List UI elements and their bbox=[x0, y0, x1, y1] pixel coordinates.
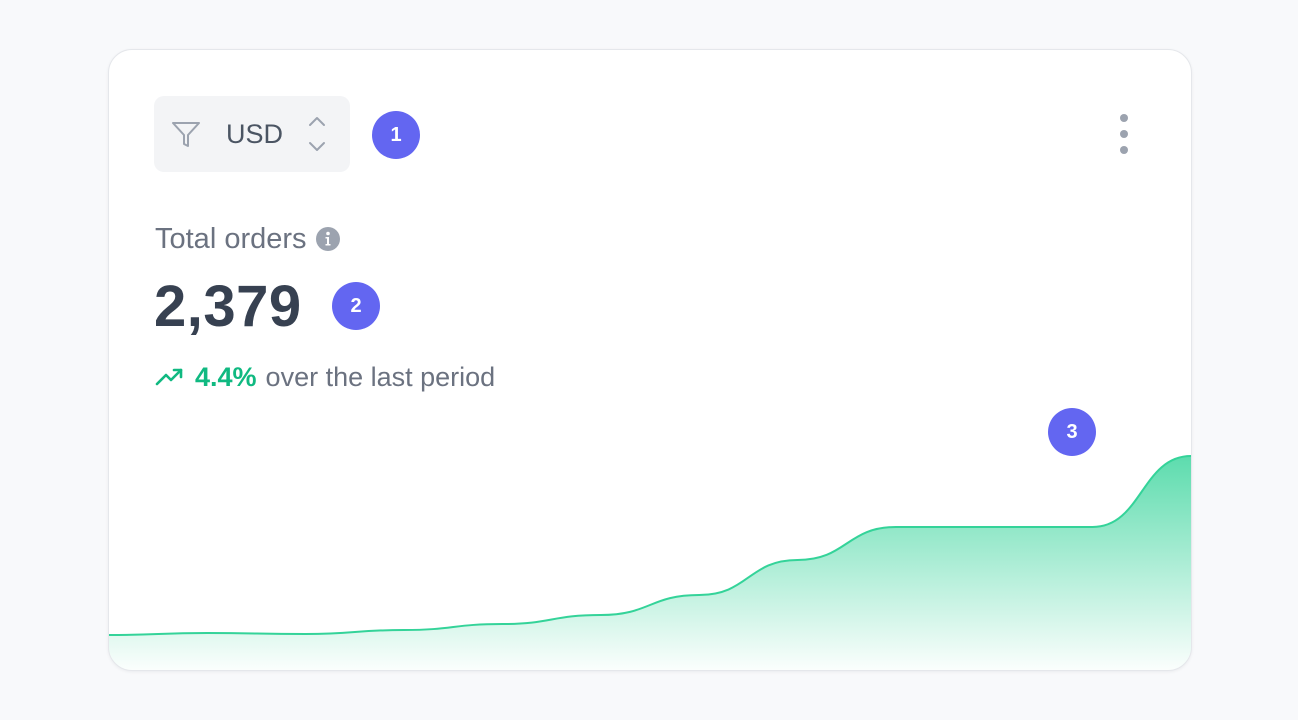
currency-select-value: USD bbox=[226, 119, 284, 149]
info-icon[interactable] bbox=[315, 227, 340, 251]
metric-label-text: Total orders bbox=[155, 222, 307, 255]
chart-area-fill bbox=[109, 456, 1191, 670]
step-badge-3: 3 bbox=[1048, 408, 1096, 456]
more-vertical-icon[interactable] bbox=[1109, 112, 1139, 156]
trend-indicator: 4.4% over the last period bbox=[155, 360, 495, 394]
currency-select[interactable]: USD bbox=[154, 96, 350, 172]
trending-up-icon bbox=[155, 368, 183, 386]
trend-text: over the last period bbox=[265, 361, 496, 392]
total-orders-card: USD 1 Total orders 2,379 2 4.4% over the… bbox=[108, 49, 1192, 671]
metric-value: 2,379 bbox=[154, 274, 302, 339]
filter-icon bbox=[172, 122, 200, 147]
chevron-up-down-icon bbox=[309, 117, 325, 151]
step-badge-1: 1 bbox=[372, 111, 420, 159]
trend-percent: 4.4% bbox=[195, 361, 257, 392]
metric-label: Total orders bbox=[155, 222, 340, 256]
step-badge-2: 2 bbox=[332, 282, 380, 330]
